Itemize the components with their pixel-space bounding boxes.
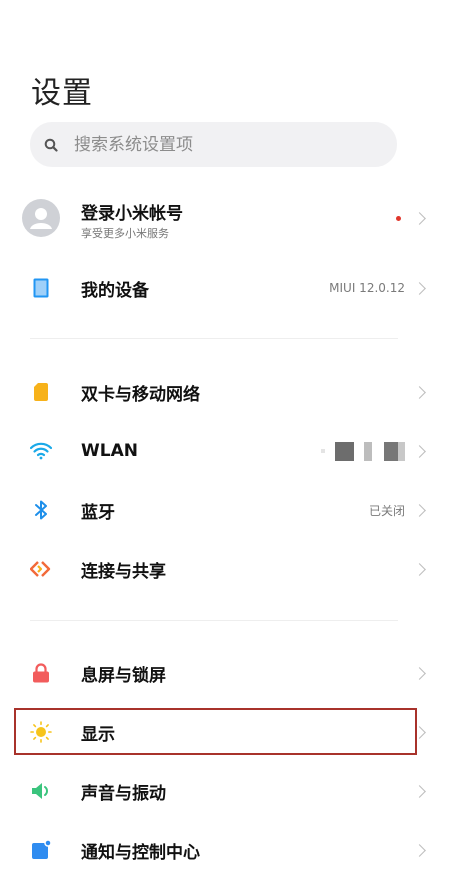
chevron-right-icon [413, 784, 426, 798]
speaker-icon [24, 774, 58, 808]
bluetooth-status: 已关闭 [368, 503, 405, 518]
divider [30, 620, 398, 621]
wlan-label: WLAN [81, 441, 138, 461]
search-icon [44, 137, 60, 153]
wlan-row[interactable]: WLAN [0, 423, 458, 479]
phone-icon [24, 271, 58, 305]
chevron-right-icon [413, 562, 426, 576]
display-highlight-box [14, 708, 417, 755]
lock-screen-row[interactable]: 息屏与锁屏 [0, 645, 458, 701]
lock-screen-label: 息屏与锁屏 [81, 665, 166, 686]
notification-icon [24, 833, 58, 867]
account-label: 登录小米帐号 [81, 204, 183, 224]
bluetooth-label: 蓝牙 [81, 502, 115, 523]
wifi-name-redacted [311, 441, 405, 461]
divider [30, 338, 398, 339]
connection-sharing-row[interactable]: 连接与共享 [0, 541, 458, 597]
avatar-icon [22, 199, 60, 237]
chevron-right-icon [413, 281, 426, 295]
bluetooth-row[interactable]: 蓝牙 已关闭 [0, 482, 458, 538]
sim-card-icon [24, 375, 58, 409]
account-row[interactable]: 登录小米帐号 享受更多小米服务 [0, 188, 458, 248]
chevron-right-icon [413, 211, 426, 225]
share-icon [24, 552, 58, 586]
bluetooth-icon [24, 493, 58, 527]
wifi-icon [24, 434, 58, 468]
page-title: 设置 [31, 76, 93, 111]
miui-version: MIUI 12.0.12 [329, 281, 405, 295]
notification-dot [396, 215, 401, 221]
sound-vibration-label: 声音与振动 [81, 783, 166, 804]
sound-vibration-row[interactable]: 声音与振动 [0, 763, 458, 819]
sim-network-label: 双卡与移动网络 [81, 384, 200, 405]
sim-network-row[interactable]: 双卡与移动网络 [0, 364, 458, 420]
my-device-row[interactable]: 我的设备 MIUI 12.0.12 [0, 260, 458, 316]
chevron-right-icon [413, 843, 426, 857]
my-device-label: 我的设备 [81, 280, 149, 301]
search-input[interactable] [72, 133, 376, 156]
lock-icon [24, 656, 58, 690]
account-subtitle: 享受更多小米服务 [81, 227, 169, 240]
notification-control-row[interactable]: 通知与控制中心 [0, 822, 458, 878]
chevron-right-icon [413, 503, 426, 517]
chevron-right-icon [413, 385, 426, 399]
search-bar[interactable] [30, 122, 397, 167]
connection-sharing-label: 连接与共享 [81, 561, 166, 582]
chevron-right-icon [413, 666, 426, 680]
notification-control-label: 通知与控制中心 [81, 842, 200, 863]
chevron-right-icon [413, 444, 426, 458]
